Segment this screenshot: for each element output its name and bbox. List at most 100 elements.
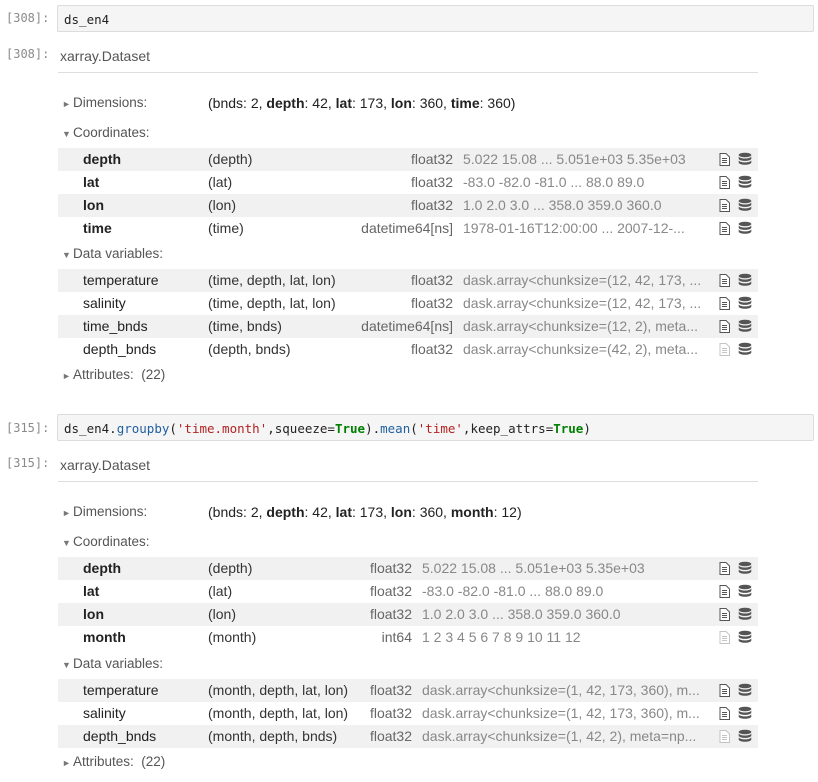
coordinate-row: lat (lat) float32 -83.0 -82.0 -81.0 ... 88.… — [58, 171, 758, 194]
dimension-name: depth — [266, 95, 305, 111]
variable-name: time_bnds — [83, 318, 148, 334]
output-prompt: [308]: — [6, 47, 50, 61]
code-input[interactable]: ds_en4.groupby('time.month',squeeze=True… — [57, 414, 814, 441]
file-icon[interactable] — [719, 199, 730, 212]
code-text: ds_en4 — [64, 12, 110, 27]
collapsed-triangle-icon: ► — [62, 371, 71, 381]
values-preview[interactable]: dask.array<chunksize=(42, 2), meta... — [463, 341, 707, 357]
database-icon[interactable] — [738, 630, 752, 645]
file-icon — [719, 730, 730, 743]
values-preview[interactable]: 1978-01-16T12:00:00 ... 2007-12-... — [463, 220, 701, 236]
variable-name: depth_bnds — [83, 728, 157, 744]
values-preview[interactable]: dask.array<chunksize=(12, 2), meta... — [463, 318, 707, 334]
file-icon[interactable] — [719, 274, 730, 287]
section-label: Data variables: — [73, 656, 164, 671]
database-icon[interactable] — [738, 342, 752, 357]
dims-label: (time, depth, lat, lon) — [208, 295, 336, 311]
values-preview[interactable]: 5.022 15.08 ... 5.051e+03 5.35e+03 — [422, 560, 714, 576]
database-icon[interactable] — [738, 175, 752, 190]
attributes-count: (22) — [141, 754, 166, 769]
section-label: Dimensions: — [73, 504, 148, 519]
database-icon[interactable] — [738, 683, 752, 698]
file-icon[interactable] — [719, 297, 730, 310]
section-label: Coordinates: — [73, 125, 150, 140]
divider — [58, 481, 758, 482]
code-input[interactable]: ds_en4 — [57, 5, 814, 32]
dataset-title: xarray.Dataset — [60, 48, 150, 64]
file-icon[interactable] — [719, 707, 730, 720]
file-icon[interactable] — [719, 153, 730, 166]
dims-label: (time, depth, lat, lon) — [208, 272, 336, 288]
dims-label: (depth) — [208, 560, 253, 576]
database-icon[interactable] — [738, 561, 752, 576]
coordinates-toggle[interactable]: ▼ Coordinates: — [62, 125, 150, 140]
values-preview[interactable]: -83.0 -82.0 -81.0 ... 88.0 89.0 — [422, 583, 714, 599]
expanded-triangle-icon: ▼ — [62, 129, 71, 139]
coordinates-toggle[interactable]: ▼ Coordinates: — [62, 534, 150, 549]
dimension-size: 12 — [501, 504, 517, 520]
dtype-label: float32 — [410, 151, 453, 167]
database-icon[interactable] — [738, 198, 752, 213]
dims-label: (time, bnds) — [208, 318, 282, 334]
coordinate-name: lon — [83, 197, 104, 213]
collapsed-triangle-icon: ► — [62, 99, 71, 109]
database-icon[interactable] — [738, 273, 752, 288]
data-variables-toggle[interactable]: ▼ Data variables: — [62, 246, 163, 261]
values-preview[interactable]: dask.array<chunksize=(1, 42, 173, 360), … — [422, 682, 708, 698]
dimensions-toggle[interactable]: ► Dimensions: — [62, 504, 147, 519]
dtype-label: float32 — [369, 560, 412, 576]
file-icon[interactable] — [719, 585, 730, 598]
variable-name: temperature — [83, 682, 159, 698]
database-icon[interactable] — [738, 296, 752, 311]
file-icon[interactable] — [719, 608, 730, 621]
file-icon[interactable] — [719, 684, 730, 697]
values-preview[interactable]: 5.022 15.08 ... 5.051e+03 5.35e+03 — [463, 151, 701, 167]
database-icon[interactable] — [738, 319, 752, 334]
dataset-title: xarray.Dataset — [60, 457, 150, 473]
values-preview[interactable]: 1 2 3 4 5 6 7 8 9 10 11 12 — [422, 629, 714, 645]
data-variables-toggle[interactable]: ▼ Data variables: — [62, 656, 163, 671]
attributes-toggle[interactable]: ► Attributes: (22) — [62, 367, 165, 382]
divider — [58, 72, 758, 73]
dims-label: (lat) — [208, 174, 233, 190]
section-label: Dimensions: — [73, 95, 148, 110]
dtype-label: float32 — [410, 341, 453, 357]
dimensions-toggle[interactable]: ► Dimensions: — [62, 95, 147, 110]
dims-label: (time) — [208, 220, 244, 236]
values-preview[interactable]: dask.array<chunksize=(1, 42, 2), meta=np… — [422, 728, 708, 744]
variable-name: depth_bnds — [83, 341, 157, 357]
file-icon[interactable] — [719, 320, 730, 333]
database-icon[interactable] — [738, 152, 752, 167]
file-icon[interactable] — [719, 176, 730, 189]
dtype-label: float32 — [369, 728, 412, 744]
dimensions-summary: (bnds: 2, depth: 42, lat: 173, lon: 360,… — [208, 95, 516, 111]
dtype-label: float32 — [369, 583, 412, 599]
database-icon[interactable] — [738, 584, 752, 599]
attributes-toggle[interactable]: ► Attributes: (22) — [62, 754, 165, 769]
values-preview[interactable]: dask.array<chunksize=(12, 42, 173, ... — [463, 295, 707, 311]
values-preview[interactable]: 1.0 2.0 3.0 ... 358.0 359.0 360.0 — [422, 606, 714, 622]
file-icon[interactable] — [719, 222, 730, 235]
dimension-name: depth — [266, 504, 305, 520]
coordinate-row: time (time) datetime64[ns] 1978-01-16T12:00… — [58, 217, 758, 240]
dtype-label: float32 — [369, 682, 412, 698]
dimension-size: 173 — [359, 504, 384, 520]
coordinate-name: month — [83, 629, 126, 645]
database-icon[interactable] — [738, 221, 752, 236]
attributes-count: (22) — [141, 367, 166, 382]
variable-name: salinity — [83, 705, 126, 721]
coordinate-name: depth — [83, 560, 122, 576]
database-icon[interactable] — [738, 706, 752, 721]
dtype-label: float32 — [410, 295, 453, 311]
code-text: ds_en4.groupby('time.month',squeeze=True… — [64, 421, 591, 436]
dimension-size: 42 — [312, 504, 328, 520]
file-icon[interactable] — [719, 562, 730, 575]
values-preview[interactable]: 1.0 2.0 3.0 ... 358.0 359.0 360.0 — [463, 197, 701, 213]
values-preview[interactable]: dask.array<chunksize=(12, 42, 173, ... — [463, 272, 707, 288]
database-icon[interactable] — [738, 607, 752, 622]
coordinate-name: lat — [83, 174, 100, 190]
values-preview[interactable]: -83.0 -82.0 -81.0 ... 88.0 89.0 — [463, 174, 701, 190]
values-preview[interactable]: dask.array<chunksize=(1, 42, 173, 360), … — [422, 705, 708, 721]
database-icon[interactable] — [738, 729, 752, 744]
data-variable-row: temperature (month, depth, lat, lon) float… — [58, 679, 758, 702]
